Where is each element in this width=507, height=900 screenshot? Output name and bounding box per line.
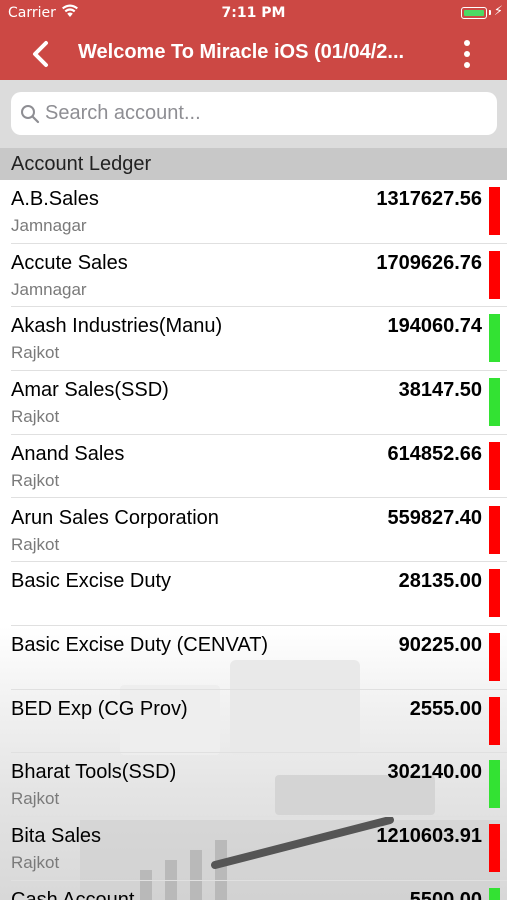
account-name: Basic Excise Duty — [11, 570, 172, 593]
search-icon — [21, 105, 40, 124]
account-city: Jamnagar — [11, 279, 87, 299]
account-balance: 90225.00 — [398, 633, 482, 656]
account-city: Rajkot — [11, 789, 60, 809]
account-city: Rajkot — [11, 407, 60, 427]
account-city: Rajkot — [11, 534, 60, 554]
account-city: Rajkot — [11, 470, 60, 490]
account-name: Anand Sales — [11, 442, 125, 465]
account-row[interactable]: Accute Sales Jamnagar 1709626.76 — [0, 244, 507, 308]
balance-indicator — [489, 250, 500, 299]
account-row[interactable]: Bharat Tools(SSD) Rajkot 302140.00 — [0, 753, 507, 817]
balance-indicator — [489, 760, 500, 809]
balance-indicator — [489, 378, 500, 427]
balance-indicator — [489, 632, 500, 681]
section-header: Account Ledger — [0, 148, 507, 180]
account-list[interactable]: A.B.Sales Jamnagar 1317627.56 Accute Sal… — [0, 180, 507, 900]
account-name: BED Exp (CG Prov) — [11, 697, 188, 720]
account-row[interactable]: Basic Excise Duty 28135.00 — [0, 562, 507, 626]
balance-indicator — [489, 441, 500, 490]
account-row[interactable]: Cash Account 5500.00 — [0, 881, 507, 900]
clock: 7:11 PM — [221, 5, 286, 21]
page-title: Welcome To Miracle iOS (01/04/2... — [78, 41, 405, 63]
account-name: Bharat Tools(SSD) — [11, 761, 177, 784]
balance-indicator — [489, 314, 500, 363]
balance-indicator — [489, 569, 500, 618]
battery-tip — [489, 10, 491, 15]
section-title: Account Ledger — [11, 153, 152, 175]
account-balance: 28135.00 — [398, 570, 482, 593]
charging-icon: ⚡ — [493, 4, 503, 19]
account-balance: 1709626.76 — [376, 251, 482, 274]
account-name: Amar Sales(SSD) — [11, 379, 169, 402]
account-name: Basic Excise Duty (CENVAT) — [11, 633, 269, 656]
account-row[interactable]: Bita Sales Rajkot 1210603.91 — [0, 817, 507, 881]
account-city: Rajkot — [11, 343, 60, 363]
account-balance: 559827.40 — [387, 506, 482, 529]
balance-indicator — [489, 505, 500, 554]
balance-indicator — [489, 887, 500, 900]
account-balance: 1210603.91 — [376, 825, 482, 847]
account-balance: 2555.00 — [409, 697, 482, 720]
account-balance: 302140.00 — [387, 761, 482, 784]
account-balance: 1317627.56 — [376, 188, 482, 210]
chevron-left-icon[interactable] — [26, 38, 56, 70]
nav-bar: Welcome To Miracle iOS (01/04/2... — [0, 28, 507, 80]
account-row[interactable]: BED Exp (CG Prov) 2555.00 — [0, 690, 507, 754]
account-row[interactable]: Basic Excise Duty (CENVAT) 90225.00 — [0, 626, 507, 690]
account-row[interactable]: Akash Industries(Manu) Rajkot 194060.74 — [0, 307, 507, 372]
search-input[interactable] — [45, 92, 485, 135]
account-balance: 38147.50 — [398, 379, 482, 402]
account-name: Accute Sales — [11, 251, 128, 274]
search-field[interactable] — [11, 92, 497, 135]
account-name: Cash Account — [11, 888, 135, 900]
search-bar — [0, 80, 507, 148]
account-name: Bita Sales — [11, 825, 102, 847]
account-city: Jamnagar — [11, 216, 87, 235]
account-balance: 5500.00 — [409, 888, 482, 900]
balance-indicator — [489, 696, 500, 745]
account-name: A.B.Sales — [11, 188, 99, 210]
account-name: Akash Industries(Manu) — [11, 315, 223, 338]
account-row[interactable]: A.B.Sales Jamnagar 1317627.56 — [0, 180, 507, 244]
battery-icon — [461, 7, 487, 19]
status-bar: Carrier 7:11 PM ⚡ — [0, 0, 507, 28]
more-vertical-icon[interactable] — [458, 38, 476, 70]
account-balance: 194060.74 — [387, 315, 482, 338]
account-row[interactable]: Amar Sales(SSD) Rajkot 38147.50 — [0, 371, 507, 435]
account-name: Arun Sales Corporation — [11, 506, 219, 529]
account-city: Rajkot — [11, 853, 60, 872]
account-row[interactable]: Anand Sales Rajkot 614852.66 — [0, 435, 507, 499]
account-row[interactable]: Arun Sales Corporation Rajkot 559827.40 — [0, 499, 507, 563]
account-balance: 614852.66 — [387, 442, 482, 465]
balance-indicator — [489, 187, 500, 235]
balance-indicator — [489, 824, 500, 872]
